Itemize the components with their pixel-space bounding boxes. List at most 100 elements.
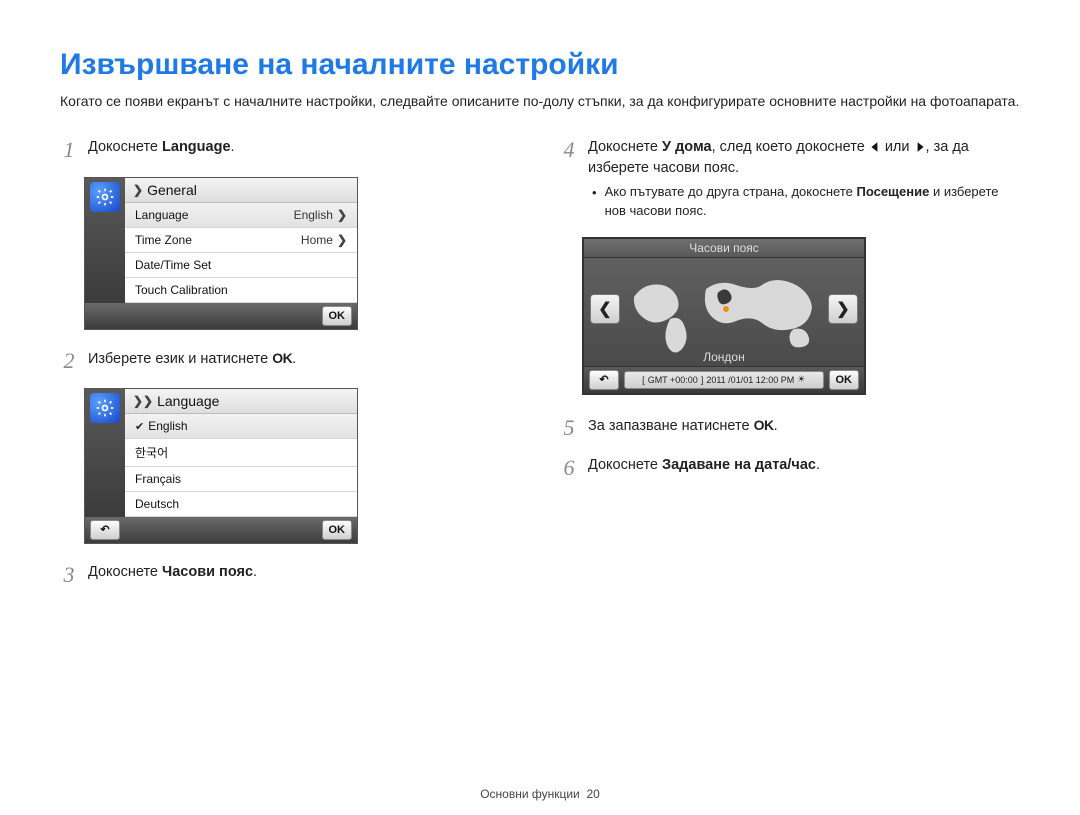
bold: У дома xyxy=(662,139,712,155)
device-timezone: Часови пояс ❮ xyxy=(582,237,866,395)
menu-row-timezone[interactable]: Time Zone Home ❯ xyxy=(125,228,357,253)
page-footer: Основни функции 20 xyxy=(0,787,1080,801)
world-map: ❮ ❯ Лондон xyxy=(584,258,864,366)
ok-icon: OK xyxy=(754,417,774,433)
bold: Задаване на дата/час xyxy=(662,457,816,473)
chevron-left-icon: ❮ xyxy=(598,299,611,319)
arrow-right-icon xyxy=(914,141,926,153)
chevron-right-icon: ❯ xyxy=(337,208,347,222)
left-column: 1 Докоснете Language. ❯ Ge xyxy=(60,137,520,602)
bullet-icon: • xyxy=(592,183,597,221)
world-map-icon xyxy=(624,267,824,357)
step-text: Докоснете У дома, след което докоснете и… xyxy=(588,137,1020,221)
gear-icon xyxy=(90,393,120,423)
header-label: Language xyxy=(157,393,219,409)
step-text: За запазване натиснете OK. xyxy=(588,415,1020,437)
text: Ако пътувате до друга страна, докоснете xyxy=(605,184,857,199)
tz-header: Часови пояс xyxy=(584,239,864,258)
back-button[interactable]: ↶ xyxy=(90,520,120,540)
right-column: 4 Докоснете У дома, след което докоснете… xyxy=(560,137,1020,602)
step-number: 5 xyxy=(560,415,578,439)
device-footer: ↶ OK xyxy=(85,517,357,543)
row-label: 한국어 xyxy=(135,444,168,461)
text: Докоснете xyxy=(588,457,662,473)
step-text: Докоснете Часови пояс. xyxy=(88,562,520,583)
tz-date: 2011 /01/01 12:00 PM xyxy=(706,375,794,385)
device-header: ❯❯ Language xyxy=(125,389,357,414)
text: Докоснете xyxy=(88,139,162,155)
step-number: 1 xyxy=(60,137,78,161)
step-4: 4 Докоснете У дома, след което докоснете… xyxy=(560,137,1020,221)
device-header: ❯ General xyxy=(125,178,357,203)
text: . xyxy=(816,457,820,473)
step-number: 3 xyxy=(60,562,78,586)
check-icon: ✔ xyxy=(135,421,144,433)
device-language: ❯❯ Language ✔ English 한국어 Français xyxy=(84,388,358,544)
text: . xyxy=(231,139,235,155)
row-label: Language xyxy=(135,208,188,222)
bold: Language xyxy=(162,139,230,155)
step-6: 6 Докоснете Задаване на дата/час. xyxy=(560,455,1020,479)
step-2: 2 Изберете език и натиснете OK. xyxy=(60,348,520,372)
back-button[interactable]: ↶ xyxy=(589,370,619,390)
row-label: Touch Calibration xyxy=(135,283,228,297)
row-value: Home xyxy=(301,233,333,247)
text: Изберете език и натиснете xyxy=(88,351,272,367)
next-timezone-button[interactable]: ❯ xyxy=(828,294,858,324)
tz-city-label: Лондон xyxy=(584,350,864,366)
row-label: Date/Time Set xyxy=(135,258,211,272)
step-number: 6 xyxy=(560,455,578,479)
manual-page: Извършване на началните настройки Когато… xyxy=(0,0,1080,602)
ok-button[interactable]: OK xyxy=(322,520,353,540)
step-text: Докоснете Language. xyxy=(88,137,520,158)
ok-button[interactable]: OK xyxy=(322,306,353,326)
step-3: 3 Докоснете Часови пояс. xyxy=(60,562,520,586)
ok-icon: OK xyxy=(272,350,292,366)
lang-row-german[interactable]: Deutsch xyxy=(125,492,357,517)
tz-info-bar: [GMT +00:00] 2011 /01/01 12:00 PM ☀ xyxy=(624,371,824,389)
bold: Посещение xyxy=(856,184,929,199)
menu-row-language[interactable]: Language English ❯ xyxy=(125,203,357,228)
row-label: English xyxy=(148,419,187,433)
gear-icon xyxy=(90,182,120,212)
step-number: 2 xyxy=(60,348,78,372)
text: или xyxy=(881,139,914,155)
arrow-left-icon xyxy=(869,141,881,153)
prev-timezone-button[interactable]: ❮ xyxy=(590,294,620,324)
sun-icon: ☀ xyxy=(797,374,805,385)
back-arrow-icon: ↶ xyxy=(599,373,608,386)
step-text: Изберете език и натиснете OK. xyxy=(88,348,520,370)
step-5: 5 За запазване натиснете OK. xyxy=(560,415,1020,439)
row-value: English xyxy=(294,208,333,222)
text: . xyxy=(292,351,296,367)
step-text: Докоснете Задаване на дата/час. xyxy=(588,455,1020,476)
chevron-right-icon: ❯ xyxy=(836,299,849,319)
text: . xyxy=(774,418,778,434)
lang-row-french[interactable]: Français xyxy=(125,467,357,492)
menu-row-touchcal[interactable]: Touch Calibration xyxy=(125,278,357,303)
chevron-right-icon: ❯ xyxy=(133,183,143,197)
footer-section: Основни функции xyxy=(480,787,580,801)
chevron-right-icon: ❯❯ xyxy=(133,394,153,408)
tz-footer: ↶ [GMT +00:00] 2011 /01/01 12:00 PM ☀ OK xyxy=(584,366,864,393)
text: Докоснете xyxy=(588,139,662,155)
sub-bullet: • Ако пътувате до друга страна, докоснет… xyxy=(588,183,1020,221)
text: . xyxy=(253,564,257,580)
menu-row-datetime[interactable]: Date/Time Set xyxy=(125,253,357,278)
ok-button[interactable]: OK xyxy=(829,370,860,390)
device-sidebar xyxy=(85,389,125,517)
lang-row-korean[interactable]: 한국어 xyxy=(125,439,357,467)
row-label: Deutsch xyxy=(135,497,179,511)
bold: Часови пояс xyxy=(162,564,253,580)
footer-page-number: 20 xyxy=(586,787,599,801)
chevron-right-icon: ❯ xyxy=(337,233,347,247)
text: За запазване натиснете xyxy=(588,418,754,434)
row-label: Français xyxy=(135,472,181,486)
lang-row-english[interactable]: ✔ English xyxy=(125,414,357,439)
step-number: 4 xyxy=(560,137,578,161)
row-label: Time Zone xyxy=(135,233,192,247)
step-1: 1 Докоснете Language. xyxy=(60,137,520,161)
tz-gmt: GMT +00:00 xyxy=(648,375,698,385)
back-arrow-icon: ↶ xyxy=(100,523,109,536)
text: Докоснете xyxy=(88,564,162,580)
